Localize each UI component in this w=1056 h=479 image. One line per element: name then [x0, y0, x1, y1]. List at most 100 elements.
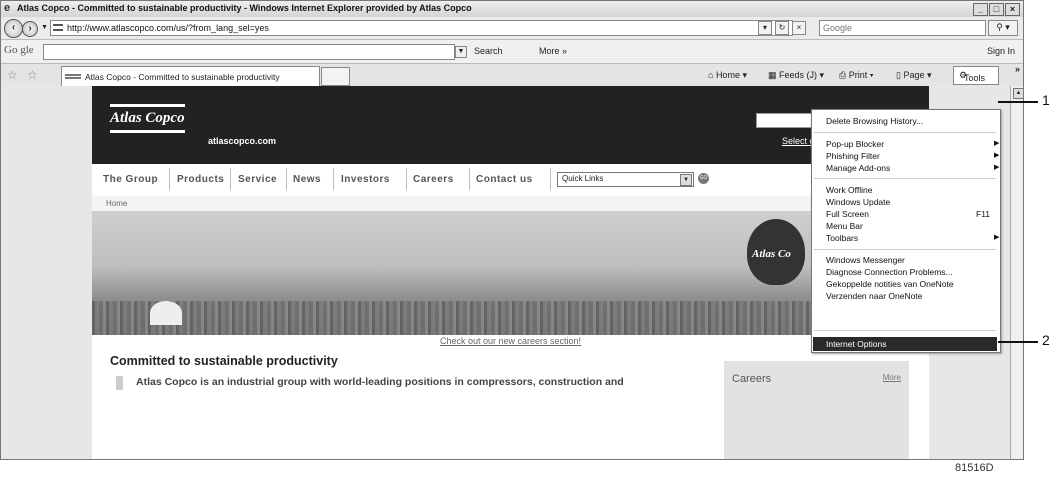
search-input[interactable]: Google: [819, 20, 986, 36]
google-search-button[interactable]: Search: [474, 46, 503, 56]
scroll-up-icon[interactable]: ▲: [1013, 88, 1023, 99]
maximize-button[interactable]: □: [989, 3, 1004, 16]
menu-item-delete-history[interactable]: Delete Browsing History...: [826, 116, 923, 126]
site-header: Atlas Copco atlascopco.com Select coun: [92, 86, 929, 164]
google-search-input[interactable]: [43, 44, 455, 60]
ie-logo-icon: e: [4, 2, 11, 14]
menu-item-diagnose[interactable]: Diagnose Connection Problems...: [826, 267, 953, 277]
vertical-scrollbar[interactable]: ▲: [1010, 86, 1023, 459]
site-logo[interactable]: Atlas Copco: [110, 110, 185, 127]
nav-service[interactable]: Service: [238, 174, 277, 185]
google-more-button[interactable]: More »: [539, 46, 567, 56]
menu-label: Internet Options: [826, 339, 887, 349]
menu-label: Phishing Filter: [826, 151, 880, 161]
google-toolbar: Go gle ▼ Search More » Sign In: [1, 40, 1023, 64]
page-button[interactable]: ▯ Page ▾: [896, 70, 932, 81]
back-button[interactable]: ‹: [4, 19, 23, 38]
close-button[interactable]: ×: [1005, 3, 1020, 16]
nav-news[interactable]: News: [293, 174, 321, 185]
minimize-button[interactable]: _: [973, 3, 988, 16]
google-logo: Go gle: [4, 44, 34, 56]
browser-window: e Atlas Copco - Committed to sustainable…: [0, 0, 1024, 460]
print-label: Print: [848, 70, 868, 80]
callout-number-2: 2: [1042, 332, 1050, 348]
menu-item-windows-update[interactable]: Windows Update: [826, 197, 890, 207]
menu-item-popup-blocker[interactable]: Pop-up Blocker ▶: [826, 139, 999, 149]
nav-products[interactable]: Products: [177, 174, 224, 185]
logo-bar-bottom: [110, 130, 185, 133]
favorites-star-icon[interactable]: ☆: [7, 68, 18, 82]
go-button[interactable]: GO: [698, 173, 709, 184]
menu-item-work-offline[interactable]: Work Offline: [826, 185, 872, 195]
menu-item-toolbars[interactable]: Toolbars ▶: [826, 233, 999, 243]
menu-item-windows-messenger[interactable]: Windows Messenger: [826, 255, 905, 265]
tab-bar: ☆ ☆ Atlas Copco - Committed to sustainab…: [1, 64, 1023, 87]
search-button[interactable]: ⚲ ▾: [988, 20, 1018, 36]
figure-code: 81516D: [955, 462, 994, 474]
site-search-input[interactable]: [756, 113, 818, 128]
menu-item-onenote-notes[interactable]: Gekoppelde notities van OneNote: [826, 279, 954, 289]
nav-contact-us[interactable]: Contact us: [476, 174, 533, 185]
quick-links-select[interactable]: Quick Links ▼: [557, 172, 694, 187]
intro-text: Atlas Copco is an industrial group with …: [116, 376, 624, 390]
google-dropdown-button[interactable]: ▼: [455, 46, 467, 58]
breadcrumb: Home: [92, 196, 929, 211]
submenu-arrow-icon: ▶: [994, 140, 1000, 147]
title-bar: e Atlas Copco - Committed to sustainable…: [1, 1, 1023, 18]
nav-divider: [469, 168, 470, 190]
google-sign-in[interactable]: Sign In: [987, 46, 1015, 56]
print-button[interactable]: ⎙ Print ▾: [839, 70, 874, 81]
submenu-arrow-icon: ▶: [994, 152, 1000, 159]
stop-icon[interactable]: ×: [792, 21, 806, 35]
callout-line-1: [998, 101, 1038, 103]
breadcrumb-home[interactable]: Home: [106, 199, 127, 208]
feeds-label: Feeds (J): [779, 70, 818, 80]
callout-line-2: [998, 341, 1038, 343]
chevron-down-icon: ▼: [680, 174, 692, 186]
nav-careers[interactable]: Careers: [413, 174, 454, 185]
nav-divider: [169, 168, 170, 190]
new-tab-button[interactable]: [321, 67, 350, 86]
nav-divider: [286, 168, 287, 190]
web-page: Atlas Copco atlascopco.com Select coun T…: [92, 86, 929, 459]
dome-building: [150, 301, 182, 325]
toolbar-chevron-icon[interactable]: »: [1015, 64, 1020, 74]
tools-menu: Delete Browsing History... Pop-up Blocke…: [811, 109, 1001, 353]
menu-item-phishing-filter[interactable]: Phishing Filter ▶: [826, 151, 999, 161]
tab-active[interactable]: Atlas Copco - Committed to sustainable p…: [61, 66, 320, 86]
menu-separator: [814, 330, 996, 331]
url-input[interactable]: http://www.atlascopco.com/us/?from_lang_…: [50, 20, 793, 36]
shortcut-label: F11: [976, 209, 991, 219]
careers-more-link[interactable]: More: [883, 373, 901, 382]
nav-investors[interactable]: Investors: [341, 174, 390, 185]
nav-the-group[interactable]: The Group: [103, 174, 158, 185]
menu-item-full-screen[interactable]: Full Screen F11: [826, 209, 990, 219]
add-favorites-icon[interactable]: ☆: [27, 68, 38, 82]
menu-label: Manage Add-ons: [826, 163, 891, 173]
menu-item-internet-options[interactable]: Internet Options: [813, 337, 997, 351]
menu-label: Toolbars: [826, 233, 859, 243]
quick-tabs-icon: [65, 74, 81, 79]
menu-item-send-onenote[interactable]: Verzenden naar OneNote: [826, 291, 922, 301]
tools-button[interactable]: ⚙ Tools: [953, 66, 999, 85]
menu-item-menu-bar[interactable]: Menu Bar: [826, 221, 863, 231]
menu-item-manage-addons[interactable]: Manage Add-ons ▶: [826, 163, 999, 173]
menu-separator: [814, 178, 996, 179]
menu-label: Pop-up Blocker: [826, 139, 885, 149]
refresh-icon[interactable]: ↻: [775, 21, 789, 35]
search-placeholder: Google: [823, 23, 853, 33]
careers-section-link[interactable]: Check out our new careers section!: [92, 336, 929, 346]
menu-label: Full Screen: [826, 209, 869, 219]
url-dropdown-button[interactable]: ▾: [758, 21, 772, 35]
nav-divider: [406, 168, 407, 190]
nav-divider: [333, 168, 334, 190]
home-button[interactable]: ⌂ Home ▾: [708, 70, 747, 81]
submenu-arrow-icon: ▶: [994, 234, 1000, 241]
tools-label: Tools: [964, 73, 986, 83]
forward-button[interactable]: ›: [22, 21, 38, 37]
page-icon: [53, 24, 63, 31]
page-headline: Committed to sustainable productivity: [110, 354, 338, 368]
history-dropdown-icon[interactable]: ▼: [41, 24, 48, 31]
logo-bar-top: [110, 104, 185, 107]
feeds-button[interactable]: ▦ Feeds (J) ▾: [768, 70, 824, 81]
